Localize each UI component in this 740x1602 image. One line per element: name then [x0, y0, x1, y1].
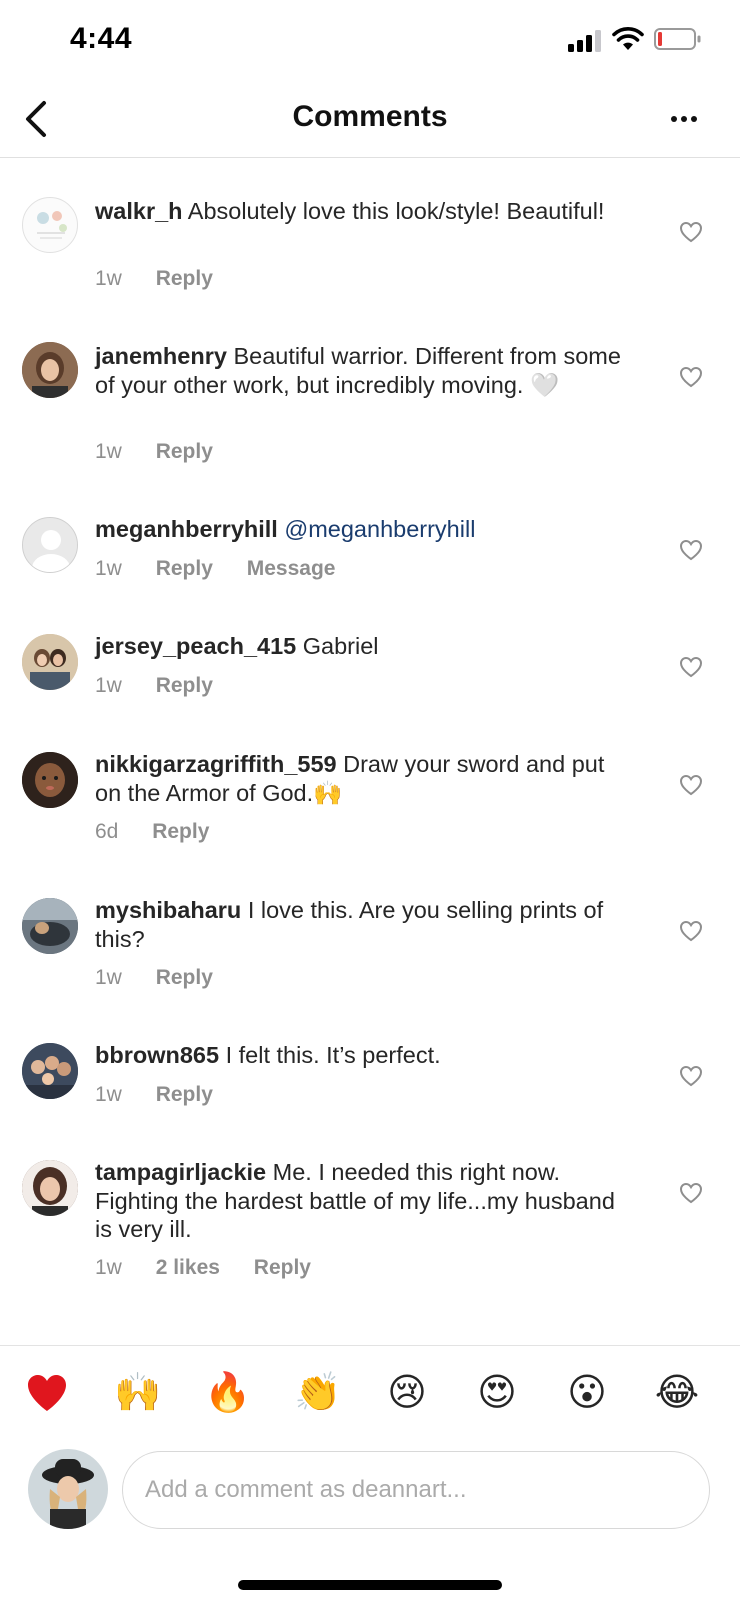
page-title: Comments: [292, 100, 448, 133]
reply-button[interactable]: Reply: [152, 820, 209, 844]
comment-username[interactable]: bbrown865: [95, 1042, 219, 1068]
reply-button[interactable]: Reply: [156, 440, 213, 464]
home-indicator[interactable]: [238, 1580, 502, 1590]
comment-meta: 1w Reply: [95, 440, 241, 464]
comment-username[interactable]: nikkigarzagriffith_559: [95, 751, 337, 777]
comment-meta: 1w Reply: [95, 267, 241, 291]
comment-body: Gabriel: [302, 633, 379, 659]
heart-icon[interactable]: [679, 221, 703, 243]
comment-timestamp: 6d: [95, 820, 119, 843]
avatar[interactable]: [22, 898, 78, 954]
comment-meta: 1w Reply Message: [95, 557, 363, 581]
comment-username[interactable]: tampagirljackie: [95, 1159, 266, 1185]
clapping-hands-emoji[interactable]: 👏: [294, 1370, 341, 1416]
mention-link[interactable]: @meganhberryhill: [284, 516, 475, 542]
heart-icon[interactable]: [679, 1065, 703, 1087]
emoji-quick-bar: 🙌 🔥 👏 😢 😍 😮 😂: [0, 1345, 740, 1435]
status-bar: 4:44: [0, 0, 740, 80]
fire-emoji[interactable]: 🔥: [204, 1370, 251, 1416]
comment-text: nikkigarzagriffith_559 Draw your sword a…: [95, 750, 635, 807]
comment-text: tampagirljackie Me. I needed this right …: [95, 1158, 635, 1244]
comment-username[interactable]: walkr_h: [95, 198, 183, 224]
comments-list: walkr_h Absolutely love this look/style!…: [0, 159, 740, 1345]
heart-eyes-emoji[interactable]: 😍: [474, 1370, 520, 1416]
comment-username[interactable]: janemhenry: [95, 343, 227, 369]
default-avatar-icon[interactable]: [22, 517, 78, 573]
heart-icon[interactable]: [679, 1182, 703, 1204]
comment-username[interactable]: myshibaharu: [95, 897, 241, 923]
reply-button[interactable]: Reply: [254, 1256, 311, 1280]
battery-low-icon: [654, 27, 702, 51]
comment-text: walkr_h Absolutely love this look/style!…: [95, 197, 635, 226]
heart-icon[interactable]: [679, 656, 703, 678]
comment-text: jersey_peach_415 Gabriel: [95, 632, 635, 661]
likes-count[interactable]: 2 likes: [156, 1256, 220, 1280]
avatar[interactable]: [22, 752, 78, 808]
raising-hands-emoji[interactable]: 🙌: [114, 1370, 161, 1416]
header-bar: Comments: [0, 80, 740, 158]
avatar[interactable]: [22, 1160, 78, 1216]
reply-button[interactable]: Reply: [156, 267, 213, 291]
comment-timestamp: 1w: [95, 267, 122, 290]
avatar[interactable]: [22, 342, 78, 398]
comment-meta: 1w Reply: [95, 1083, 241, 1107]
current-user-avatar: [28, 1449, 108, 1529]
comment-timestamp: 1w: [95, 1256, 122, 1279]
comment-timestamp: 1w: [95, 557, 122, 580]
comment-body: Absolutely love this look/style! Beautif…: [187, 198, 605, 224]
comment-timestamp: 1w: [95, 674, 122, 697]
tears-of-joy-emoji[interactable]: 😂: [654, 1370, 700, 1416]
heart-icon[interactable]: [679, 539, 703, 561]
comment-composer: [0, 1435, 740, 1545]
comment-text: myshibaharu I love this. Are you selling…: [95, 896, 635, 953]
comment-meta: 1w Reply: [95, 966, 241, 990]
comment-timestamp: 1w: [95, 966, 122, 989]
heart-icon[interactable]: [679, 366, 703, 388]
reply-button[interactable]: Reply: [156, 557, 213, 581]
comment-timestamp: 1w: [95, 1083, 122, 1106]
comment-text: meganhberryhill @meganhberryhill: [95, 515, 635, 544]
heart-icon[interactable]: [679, 920, 703, 942]
status-time: 4:44: [70, 22, 133, 55]
comment-meta: 1w 2 likes Reply: [95, 1256, 339, 1280]
comment-text: janemhenry Beautiful warrior. Different …: [95, 342, 635, 399]
comment-username[interactable]: meganhberryhill: [95, 516, 278, 542]
wifi-icon: [612, 26, 644, 52]
avatar[interactable]: [22, 634, 78, 690]
surprised-face-emoji[interactable]: 😮: [564, 1370, 610, 1416]
comment-meta: 1w Reply: [95, 674, 241, 698]
cellular-signal-icon: [568, 30, 604, 52]
message-button[interactable]: Message: [247, 557, 336, 581]
reply-button[interactable]: Reply: [156, 1083, 213, 1107]
reply-button[interactable]: Reply: [156, 966, 213, 990]
comment-text: bbrown865 I felt this. It’s perfect.: [95, 1041, 635, 1070]
comment-body: I felt this. It’s perfect.: [225, 1042, 441, 1068]
more-options-icon[interactable]: [664, 104, 704, 134]
avatar[interactable]: [22, 1043, 78, 1099]
comment-username[interactable]: jersey_peach_415: [95, 633, 296, 659]
comment-meta: 6d Reply: [95, 820, 237, 844]
comment-timestamp: 1w: [95, 440, 122, 463]
heart-icon[interactable]: [679, 774, 703, 796]
avatar[interactable]: [22, 197, 78, 253]
reply-button[interactable]: Reply: [156, 674, 213, 698]
red-heart-emoji[interactable]: [24, 1370, 70, 1416]
crying-face-emoji[interactable]: 😢: [384, 1370, 430, 1416]
comment-input[interactable]: [122, 1451, 710, 1529]
